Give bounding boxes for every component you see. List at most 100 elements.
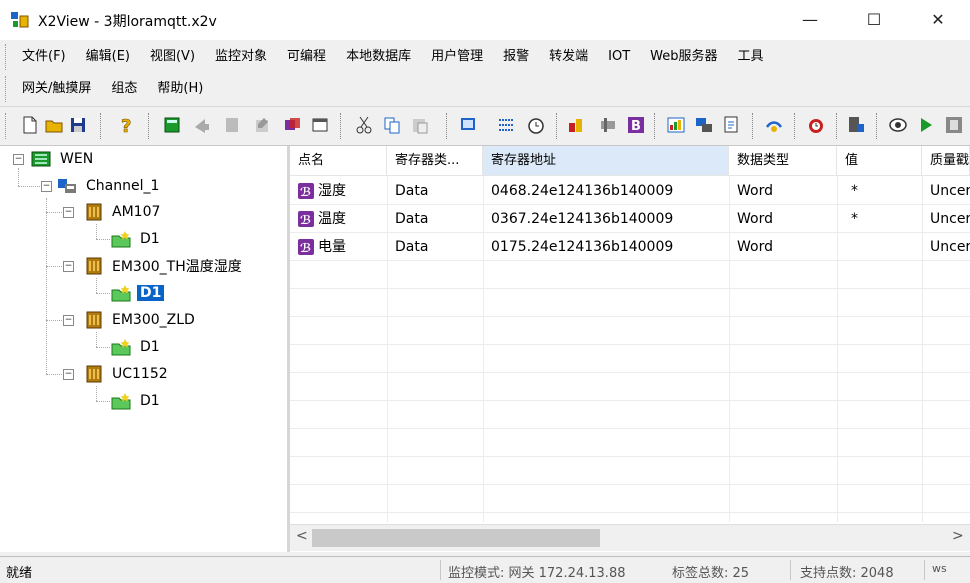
toolbar-grip bbox=[5, 113, 9, 139]
column-header-register-type[interactable]: 寄存器类... bbox=[387, 146, 483, 176]
tree-label-datablock-3: D1 bbox=[140, 393, 160, 409]
window-icon[interactable] bbox=[310, 115, 330, 135]
paste-icon[interactable] bbox=[410, 115, 430, 135]
tree-label-device-2: EM300_ZLD bbox=[112, 312, 195, 328]
settings-icon[interactable] bbox=[598, 115, 618, 135]
table-row[interactable]: ℬ 电量 Data 0175.24e124136b140009 Word Unc… bbox=[290, 233, 970, 261]
menu-view[interactable]: 视图(V) bbox=[140, 44, 205, 70]
server-icon[interactable] bbox=[846, 115, 866, 135]
status-ready: 就绪 bbox=[6, 566, 33, 581]
menu-alarm[interactable]: 报警 bbox=[493, 44, 539, 70]
bold-b-icon[interactable]: B bbox=[626, 115, 646, 135]
scroll-right-arrow-icon[interactable]: > bbox=[952, 528, 964, 544]
device-icon bbox=[86, 311, 102, 329]
tree-node-device-2[interactable]: EM300_ZLD bbox=[84, 309, 198, 331]
cell-value bbox=[837, 233, 922, 261]
edit-icon[interactable] bbox=[252, 115, 272, 135]
tree-node-device-0[interactable]: AM107 bbox=[84, 201, 163, 223]
column-header-quality[interactable]: 质量戳 bbox=[922, 146, 970, 176]
arrow-icon[interactable] bbox=[192, 115, 212, 135]
clock-icon[interactable] bbox=[526, 115, 546, 135]
column-header-value[interactable]: 值 bbox=[837, 146, 922, 176]
tree-node-device-3[interactable]: UC1152 bbox=[84, 363, 171, 385]
expander-root[interactable]: − bbox=[13, 154, 24, 165]
expander-device-2[interactable]: − bbox=[63, 315, 74, 326]
menu-user-management[interactable]: 用户管理 bbox=[421, 44, 493, 70]
network-icon[interactable] bbox=[694, 115, 714, 135]
copy-icon[interactable] bbox=[382, 115, 402, 135]
status-extra: ws bbox=[932, 562, 947, 575]
help-icon[interactable]: ? bbox=[116, 115, 136, 135]
menu-tools[interactable]: 工具 bbox=[727, 44, 773, 70]
menu-edit[interactable]: 编辑(E) bbox=[76, 44, 140, 70]
cell-data-type: Word bbox=[737, 239, 773, 255]
tree-node-datablock-0[interactable]: D1 bbox=[110, 228, 163, 250]
cell-name: 电量 bbox=[318, 239, 346, 255]
tag-list: 点名 寄存器类... 寄存器地址 数据类型 值 质量戳 ℬ 湿度 Data 04… bbox=[290, 146, 970, 552]
save-icon[interactable] bbox=[68, 115, 88, 135]
plug-icon[interactable] bbox=[764, 115, 784, 135]
status-tag-total: 标签总数: 25 bbox=[672, 566, 750, 581]
eye-icon[interactable] bbox=[888, 115, 908, 135]
play-icon[interactable] bbox=[916, 115, 936, 135]
expander-device-0[interactable]: − bbox=[63, 207, 74, 218]
menu-file[interactable]: 文件(F) bbox=[12, 44, 76, 70]
cell-quality: Uncert bbox=[930, 211, 970, 227]
window-title: X2View - 3期loramqtt.x2v bbox=[38, 14, 217, 30]
expander-device-1[interactable]: − bbox=[63, 261, 74, 272]
expander-device-3[interactable]: − bbox=[63, 369, 74, 380]
tree-node-device-1[interactable]: EM300_TH温度湿度 bbox=[84, 255, 245, 277]
menu-local-db[interactable]: 本地数据库 bbox=[336, 44, 421, 70]
data-block-icon bbox=[111, 231, 131, 248]
tree-node-datablock-2[interactable]: D1 bbox=[110, 336, 163, 358]
menu-forwarder[interactable]: 转发端 bbox=[539, 44, 598, 70]
menu-configuration[interactable]: 组态 bbox=[101, 76, 147, 102]
cut-icon[interactable] bbox=[354, 115, 374, 135]
new-file-icon[interactable] bbox=[20, 115, 40, 135]
column-header-data-type[interactable]: 数据类型 bbox=[729, 146, 837, 176]
app-icon bbox=[11, 12, 29, 28]
list-icon[interactable] bbox=[496, 115, 516, 135]
menu-programmable[interactable]: 可编程 bbox=[277, 44, 336, 70]
cell-quality: Uncert bbox=[930, 183, 970, 199]
device-icon[interactable] bbox=[162, 115, 182, 135]
menu-iot[interactable]: IOT bbox=[598, 44, 640, 70]
report-icon[interactable] bbox=[722, 115, 742, 135]
horizontal-scrollbar[interactable]: < > bbox=[290, 524, 970, 551]
cell-register-address: 0468.24e124136b140009 bbox=[491, 183, 674, 199]
data-block-icon bbox=[111, 339, 131, 356]
menu-gateway[interactable]: 网关/触摸屏 bbox=[12, 76, 101, 102]
maximize-button[interactable]: ☐ bbox=[850, 0, 898, 40]
table-row[interactable]: ℬ 温度 Data 0367.24e124136b140009 Word * U… bbox=[290, 205, 970, 233]
device-tree: − WEN − Channel_1 − AM107 D1 − EM300_TH温… bbox=[0, 146, 290, 552]
menu-monitor-objects[interactable]: 监控对象 bbox=[205, 44, 277, 70]
tree-label-device-0: AM107 bbox=[112, 204, 161, 220]
menu-web-server[interactable]: Web服务器 bbox=[640, 44, 727, 70]
monitor-icon[interactable] bbox=[458, 115, 478, 135]
tree-node-channel[interactable]: Channel_1 bbox=[56, 175, 162, 197]
device-icon bbox=[86, 257, 102, 275]
cube-icon[interactable] bbox=[282, 115, 302, 135]
close-button[interactable]: ✕ bbox=[914, 0, 962, 40]
column-header-register-address[interactable]: 寄存器地址 bbox=[483, 146, 729, 176]
menu-help[interactable]: 帮助(H) bbox=[147, 76, 213, 102]
device-icon bbox=[86, 365, 102, 383]
project-icon bbox=[31, 151, 51, 167]
cell-register-type: Data bbox=[395, 183, 429, 199]
column-header-name[interactable]: 点名 bbox=[290, 146, 387, 176]
open-folder-icon[interactable] bbox=[44, 115, 64, 135]
table-row[interactable]: ℬ 湿度 Data 0468.24e124136b140009 Word * U… bbox=[290, 177, 970, 205]
page-icon[interactable] bbox=[222, 115, 242, 135]
tree-node-root[interactable]: WEN bbox=[30, 148, 96, 170]
scrollbar-thumb[interactable] bbox=[312, 529, 600, 547]
stop-icon[interactable] bbox=[944, 115, 964, 135]
scroll-left-arrow-icon[interactable]: < bbox=[296, 528, 308, 544]
cell-name: 温度 bbox=[318, 211, 346, 227]
minimize-button[interactable]: — bbox=[786, 0, 834, 40]
expander-channel[interactable]: − bbox=[41, 181, 52, 192]
tree-node-datablock-3[interactable]: D1 bbox=[110, 390, 163, 412]
chart-icon[interactable] bbox=[666, 115, 686, 135]
tools-icon[interactable] bbox=[566, 115, 586, 135]
alarm-icon[interactable] bbox=[806, 115, 826, 135]
tree-node-datablock-1[interactable]: D1 bbox=[110, 282, 165, 304]
